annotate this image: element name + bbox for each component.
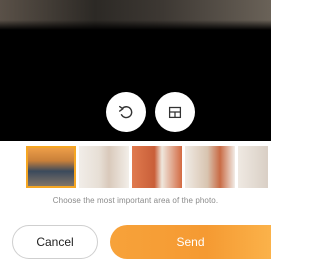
- crop-button[interactable]: [155, 92, 195, 132]
- rotate-button[interactable]: [106, 92, 146, 132]
- rotate-icon: [118, 105, 133, 119]
- crop-icon: [168, 106, 182, 119]
- thumbnail-3[interactable]: [132, 146, 182, 188]
- thumbnail-4[interactable]: [185, 146, 235, 188]
- thumbnail-landscape-selected[interactable]: [26, 146, 76, 188]
- instruction-caption: Choose the most important area of the ph…: [52, 196, 219, 205]
- thumbnail-strip[interactable]: [26, 146, 271, 188]
- thumbnail-2[interactable]: [79, 146, 129, 188]
- cancel-button[interactable]: Cancel: [12, 225, 98, 259]
- thumbnail-5[interactable]: [238, 146, 268, 188]
- photo-preview[interactable]: [0, 0, 271, 141]
- photo-image: [0, 0, 271, 30]
- send-button[interactable]: Send: [110, 225, 271, 259]
